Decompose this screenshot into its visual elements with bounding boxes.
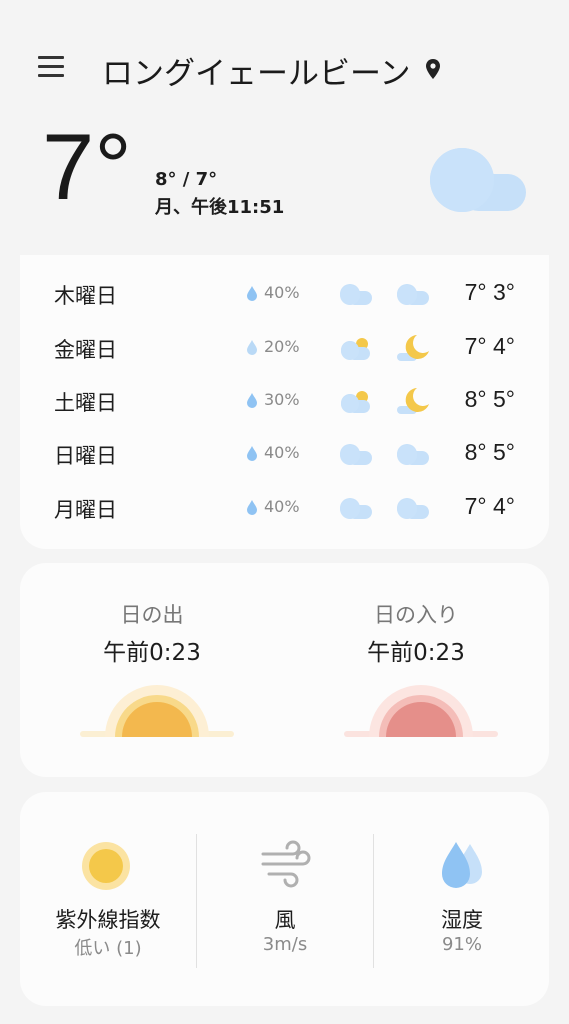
- partly-sunny-icon: [338, 386, 374, 416]
- precipitation-chance: 40%: [264, 283, 300, 302]
- forecast-high-low: 8° 5°: [464, 439, 515, 465]
- forecast-row[interactable]: 土曜日 30% 8° 5°: [20, 374, 549, 428]
- forecast-day: 土曜日: [54, 391, 117, 415]
- raindrop-icon: [247, 393, 257, 408]
- uv-value: 低い (1): [74, 938, 142, 959]
- forecast-high-low: 7° 4°: [464, 333, 515, 359]
- high-low-temperature: 8° / 7°: [155, 169, 218, 190]
- sunrise-label: 日の出: [120, 603, 184, 627]
- forecast-row[interactable]: 金曜日 20% 7° 4°: [20, 321, 549, 375]
- humidity-value: 91%: [441, 934, 482, 955]
- cloud-icon: [395, 279, 431, 309]
- uv-label: 紫外線指数: [55, 908, 161, 932]
- partly-sunny-icon: [338, 333, 374, 363]
- raindrop-icon: [247, 286, 257, 301]
- header: ロングイェールビーン: [0, 40, 569, 96]
- forecast-row[interactable]: 木曜日 40% 7° 3°: [20, 267, 549, 321]
- precipitation-chance: 40%: [264, 443, 300, 462]
- sunrise-icon: [80, 685, 234, 737]
- weather-app: ロングイェールビーン 7° 8° / 7° 月、午後11:51 木曜日 40% 7°…: [0, 0, 569, 1024]
- wind-label: 風: [274, 908, 296, 932]
- cloud-icon: [395, 493, 431, 523]
- cloud-icon: [338, 279, 374, 309]
- sun-times-card[interactable]: 日の出 午前0:23 日の入り 午前0:23: [20, 563, 549, 777]
- sun-icon: [82, 842, 130, 890]
- sunrise-time: 午前0:23: [103, 640, 201, 666]
- forecast-row[interactable]: 月曜日 40% 7° 4°: [20, 481, 549, 535]
- raindrop-icon: [247, 500, 257, 515]
- humidity-section: 湿度 91%: [374, 792, 550, 1006]
- wind-value: 3m/s: [262, 934, 308, 955]
- forecast-day: 木曜日: [54, 284, 117, 308]
- location-pin-icon: [426, 59, 440, 79]
- raindrop-icon: [247, 340, 257, 355]
- forecast-high-low: 7° 3°: [464, 279, 515, 305]
- humidity-drops-icon: [442, 842, 482, 888]
- forecast-high-low: 8° 5°: [464, 386, 515, 412]
- wind-section: 風 3m/s: [197, 792, 373, 1006]
- sunset-section: 日の入り 午前0:23: [284, 563, 548, 777]
- forecast-day: 月曜日: [54, 498, 117, 522]
- precipitation-chance: 20%: [264, 337, 300, 356]
- uv-index-section: 紫外線指数 低い (1): [20, 792, 196, 1006]
- cloud-icon: [395, 439, 431, 469]
- forecast-high-low: 7° 4°: [464, 493, 515, 519]
- forecast-day: 金曜日: [54, 338, 117, 362]
- forecast-row[interactable]: 日曜日 40% 8° 5°: [20, 427, 549, 481]
- hamburger-menu-icon[interactable]: [38, 56, 64, 78]
- current-temperature: 7°: [42, 114, 132, 219]
- cloud-icon: [430, 148, 526, 212]
- wind-icon: [261, 840, 311, 888]
- current-datetime: 月、午後11:51: [155, 197, 285, 218]
- raindrop-icon: [247, 446, 257, 461]
- sunrise-section: 日の出 午前0:23: [20, 563, 284, 777]
- sunset-label: 日の入り: [374, 603, 458, 627]
- cloud-icon: [338, 439, 374, 469]
- city-name[interactable]: ロングイェールビーン: [102, 48, 410, 93]
- forecast-day: 日曜日: [54, 444, 117, 468]
- cloud-icon: [338, 493, 374, 523]
- partly-cloudy-night-icon: [395, 333, 431, 363]
- precipitation-chance: 40%: [264, 497, 300, 516]
- humidity-label: 湿度: [441, 908, 483, 932]
- weather-details-card[interactable]: 紫外線指数 低い (1) 風 3m/s 湿度 91%: [20, 792, 549, 1006]
- precipitation-chance: 30%: [264, 390, 300, 409]
- partly-cloudy-night-icon: [395, 386, 431, 416]
- sunset-time: 午前0:23: [367, 640, 465, 666]
- sunset-icon: [344, 685, 498, 737]
- daily-forecast-card[interactable]: 木曜日 40% 7° 3° 金曜日 20% 7° 4° 土曜日 30% 8° 5° 日曜日 40% 8…: [20, 255, 549, 549]
